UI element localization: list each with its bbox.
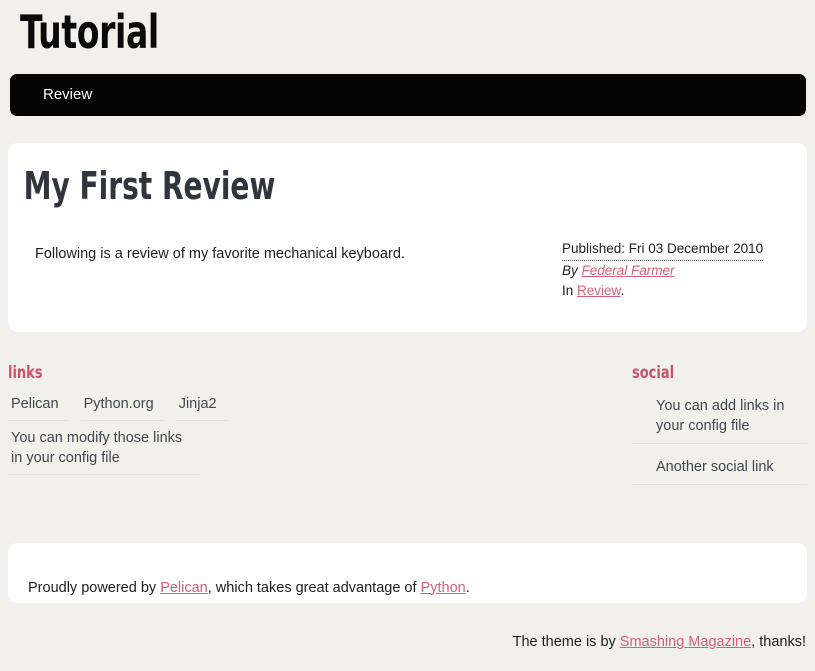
social-widget-heading: social [632, 363, 675, 383]
category-period: . [620, 283, 625, 298]
footer-link-pelican[interactable]: Pelican [160, 580, 208, 596]
attribution-prefix: The theme is by [512, 634, 620, 650]
footer-prefix: Proudly powered by [28, 579, 161, 596]
article-metadata: Published: Fri 03 December 2010 By Feder… [562, 239, 764, 302]
link-python-org[interactable]: Python.org [84, 396, 154, 412]
meta-author-line: By Federal Farmer [562, 261, 763, 282]
list-item[interactable]: Pelican [8, 391, 69, 421]
theme-attribution: The theme is by Smashing Magazine, thank… [513, 632, 806, 652]
list-item[interactable]: Python.org [80, 391, 164, 421]
footer-powered-by-text: Proudly powered by Pelican, which takes … [28, 578, 470, 598]
footer-middle: , which takes great advantage of [207, 579, 421, 596]
article-title: My First Review [23, 164, 276, 208]
meta-published-line: Published: Fri 03 December 2010 [562, 239, 764, 261]
footer-suffix: . [465, 579, 470, 596]
footer-card: Proudly powered by Pelican, which takes … [8, 543, 807, 603]
attribution-link-smashing-magazine[interactable]: Smashing Magazine [620, 634, 751, 650]
list-item[interactable]: Jinja2 [175, 391, 227, 421]
list-item[interactable]: You can add links in your config file [632, 392, 807, 444]
list-item[interactable]: Another social link [632, 453, 807, 485]
nav-link-review[interactable]: Review [43, 86, 92, 103]
main-navigation: Review [10, 74, 806, 116]
footer-link-python[interactable]: Python [421, 580, 466, 596]
site-title: Tutorial [20, 5, 159, 59]
by-label: By [562, 262, 578, 278]
article-card: My First Review Following is a review of… [8, 143, 807, 332]
social-link-another[interactable]: Another social link [656, 459, 774, 475]
link-modify-config[interactable]: You can modify those links in your confi… [11, 430, 182, 466]
social-widget: social You can add links in your config … [632, 363, 807, 494]
nav-item-review[interactable]: Review [43, 74, 92, 116]
article-body-text: Following is a review of my favorite mec… [35, 245, 405, 262]
meta-category-line: In Review. [562, 281, 763, 302]
published-date: Published: Fri 03 December 2010 [562, 239, 764, 261]
category-link[interactable]: Review [577, 283, 621, 298]
social-link-add-links[interactable]: You can add links in your config file [656, 398, 784, 434]
site-header: Tutorial [0, 0, 815, 58]
link-pelican[interactable]: Pelican [11, 396, 59, 412]
author-link[interactable]: Federal Farmer [582, 263, 675, 278]
nav-list: Review [10, 74, 806, 116]
page-root: Tutorial Review My First Review Followin… [0, 0, 815, 650]
link-jinja2[interactable]: Jinja2 [179, 396, 217, 412]
social-widget-list: You can add links in your config file An… [632, 392, 807, 485]
links-widget-list: Pelican Python.org Jinja2 You can modify… [8, 391, 438, 479]
links-widget-heading: links [8, 363, 43, 383]
attribution-suffix: , thanks! [751, 634, 806, 650]
links-widget: links Pelican Python.org Jinja2 You can … [8, 363, 438, 479]
list-item[interactable]: You can modify those links in your confi… [8, 425, 199, 475]
in-label: In [562, 283, 574, 298]
